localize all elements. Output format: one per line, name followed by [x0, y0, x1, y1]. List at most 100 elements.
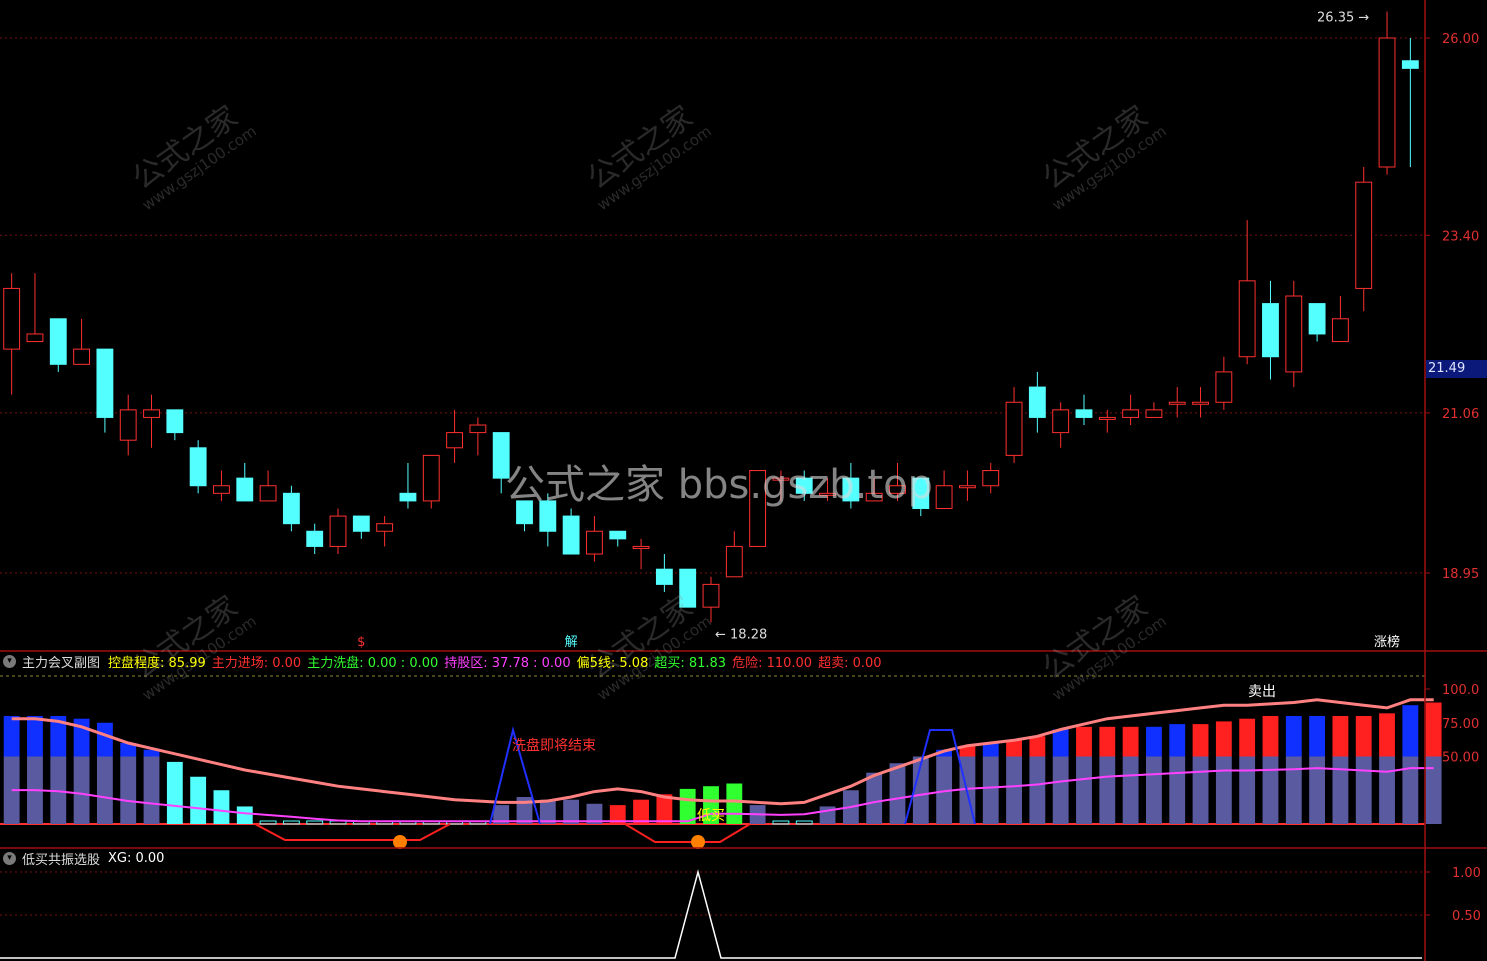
- candle: [236, 462, 254, 502]
- sub1-value: 持股区: 37.78 : 0.00: [444, 655, 571, 671]
- indicator-bar: [1332, 756, 1349, 824]
- chart-marker: 解: [565, 635, 578, 650]
- candle-body: [1052, 409, 1070, 434]
- indicator-bar-top: [1122, 726, 1139, 757]
- candle-body: [1098, 416, 1116, 420]
- indicator-bar: [1006, 756, 1022, 824]
- indicator-bar: [1425, 756, 1442, 824]
- indicator-bar-top: [27, 716, 43, 757]
- candle: [49, 318, 67, 372]
- sub1-title[interactable]: 主力会叉副图: [22, 652, 100, 671]
- candle-body: [562, 515, 580, 555]
- indicator-bar: [1029, 756, 1046, 824]
- candle-body: [1168, 401, 1186, 405]
- candle-body: [1122, 409, 1140, 418]
- price-axis-label: 23.40: [1442, 229, 1479, 244]
- indicator-bar: [1169, 756, 1186, 824]
- sub1-value: 主力洗盘: 0.00 : 0.00: [307, 655, 439, 671]
- candle-body: [959, 485, 976, 489]
- candle-body: [49, 318, 67, 365]
- candle: [143, 394, 160, 448]
- dip-line: [254, 823, 451, 841]
- candle: [1401, 38, 1419, 168]
- candle-body: [609, 530, 627, 540]
- indicator-bar: [120, 756, 137, 824]
- candle-body: [1238, 280, 1256, 358]
- sub2-title[interactable]: 低买共振选股: [22, 849, 100, 868]
- candle-body: [119, 409, 137, 441]
- indicator-bar: [259, 820, 277, 825]
- current-price-tag: 21.49: [1426, 360, 1487, 378]
- candle-body: [1005, 401, 1023, 456]
- indicator-bar: [1379, 756, 1395, 824]
- candle: [3, 273, 21, 395]
- indicator-bar: [1285, 756, 1302, 824]
- indicator-bar: [236, 806, 253, 824]
- candle: [282, 485, 300, 532]
- sub1-value: 控盘程度: 85.99: [108, 655, 206, 671]
- candle-body: [376, 523, 394, 532]
- indicator-bar-top: [1192, 724, 1209, 757]
- indicator-bar-top: [3, 716, 20, 757]
- sub1-collapse-icon[interactable]: ▾: [3, 654, 16, 668]
- candle: [1005, 387, 1023, 463]
- candle: [1075, 394, 1093, 426]
- indicator-bar: [306, 820, 324, 825]
- indicator-bar: [889, 763, 906, 824]
- indicator-bar: [866, 772, 883, 824]
- price-axis-label: 18.95: [1442, 567, 1479, 582]
- candle-body: [26, 333, 44, 343]
- candle-body: [1331, 318, 1349, 343]
- candle: [632, 538, 650, 570]
- candle-body: [1145, 409, 1163, 418]
- candle-body: [1192, 401, 1209, 405]
- candle: [935, 470, 953, 509]
- indicator-bar: [1402, 756, 1419, 824]
- candle-body: [446, 432, 463, 449]
- candle-body: [352, 515, 370, 532]
- sub2-value: XG: 0.00: [108, 850, 165, 866]
- candle: [655, 554, 673, 592]
- candle: [352, 515, 370, 539]
- indicator-bar-top: [1099, 726, 1116, 757]
- candle: [73, 318, 91, 365]
- indicator-bar: [795, 820, 813, 825]
- indicator-bar: [1099, 756, 1116, 824]
- indicator-bar-top: [1262, 716, 1279, 757]
- sub2-collapse-icon[interactable]: ▾: [3, 851, 16, 865]
- candle: [1215, 356, 1233, 410]
- candle: [1122, 394, 1140, 426]
- indicator-bar: [1122, 756, 1139, 824]
- indicator-bar: [982, 756, 999, 824]
- indicator-bar-top: [1169, 724, 1186, 757]
- indicator-bar: [1192, 756, 1209, 824]
- candle-body: [96, 348, 114, 418]
- candle: [1028, 371, 1046, 433]
- candle: [213, 470, 230, 501]
- indicator-bar-top: [96, 722, 113, 757]
- candle: [959, 470, 976, 501]
- indicator-bar-top: [1355, 716, 1372, 757]
- indicator-bar: [143, 756, 160, 824]
- candle-body: [306, 530, 324, 547]
- chart-marker: 涨榜: [1374, 634, 1400, 650]
- candle: [1262, 280, 1279, 380]
- watermark-main: 公式之家 bbs.gszb.top: [505, 462, 933, 508]
- candle-body: [236, 477, 254, 502]
- candle: [469, 417, 487, 456]
- indicator-bar: [213, 790, 230, 824]
- signal-dot: [691, 835, 705, 849]
- sub1-annotation: 低买: [697, 808, 725, 824]
- sub1-header: ▾ 主力会叉副图 控盘程度: 85.99 主力进场: 0.00 主力洗盘: 0.00…: [0, 651, 888, 671]
- candle-body: [1285, 295, 1303, 373]
- indicator-bar-top: [1029, 736, 1046, 757]
- sub1-annotation: 卖出: [1248, 684, 1276, 700]
- indicator-bar-top: [1052, 729, 1069, 757]
- indicator-bar-top: [1309, 716, 1326, 757]
- low-price-label: ← 18.28: [715, 627, 767, 642]
- candle-body: [166, 409, 184, 434]
- indicator-bar-top: [1332, 716, 1349, 757]
- candle-body: [1378, 37, 1396, 168]
- chart-marker: $: [357, 635, 365, 650]
- sub2-header: ▾ 低买共振选股 XG: 0.00: [0, 848, 170, 868]
